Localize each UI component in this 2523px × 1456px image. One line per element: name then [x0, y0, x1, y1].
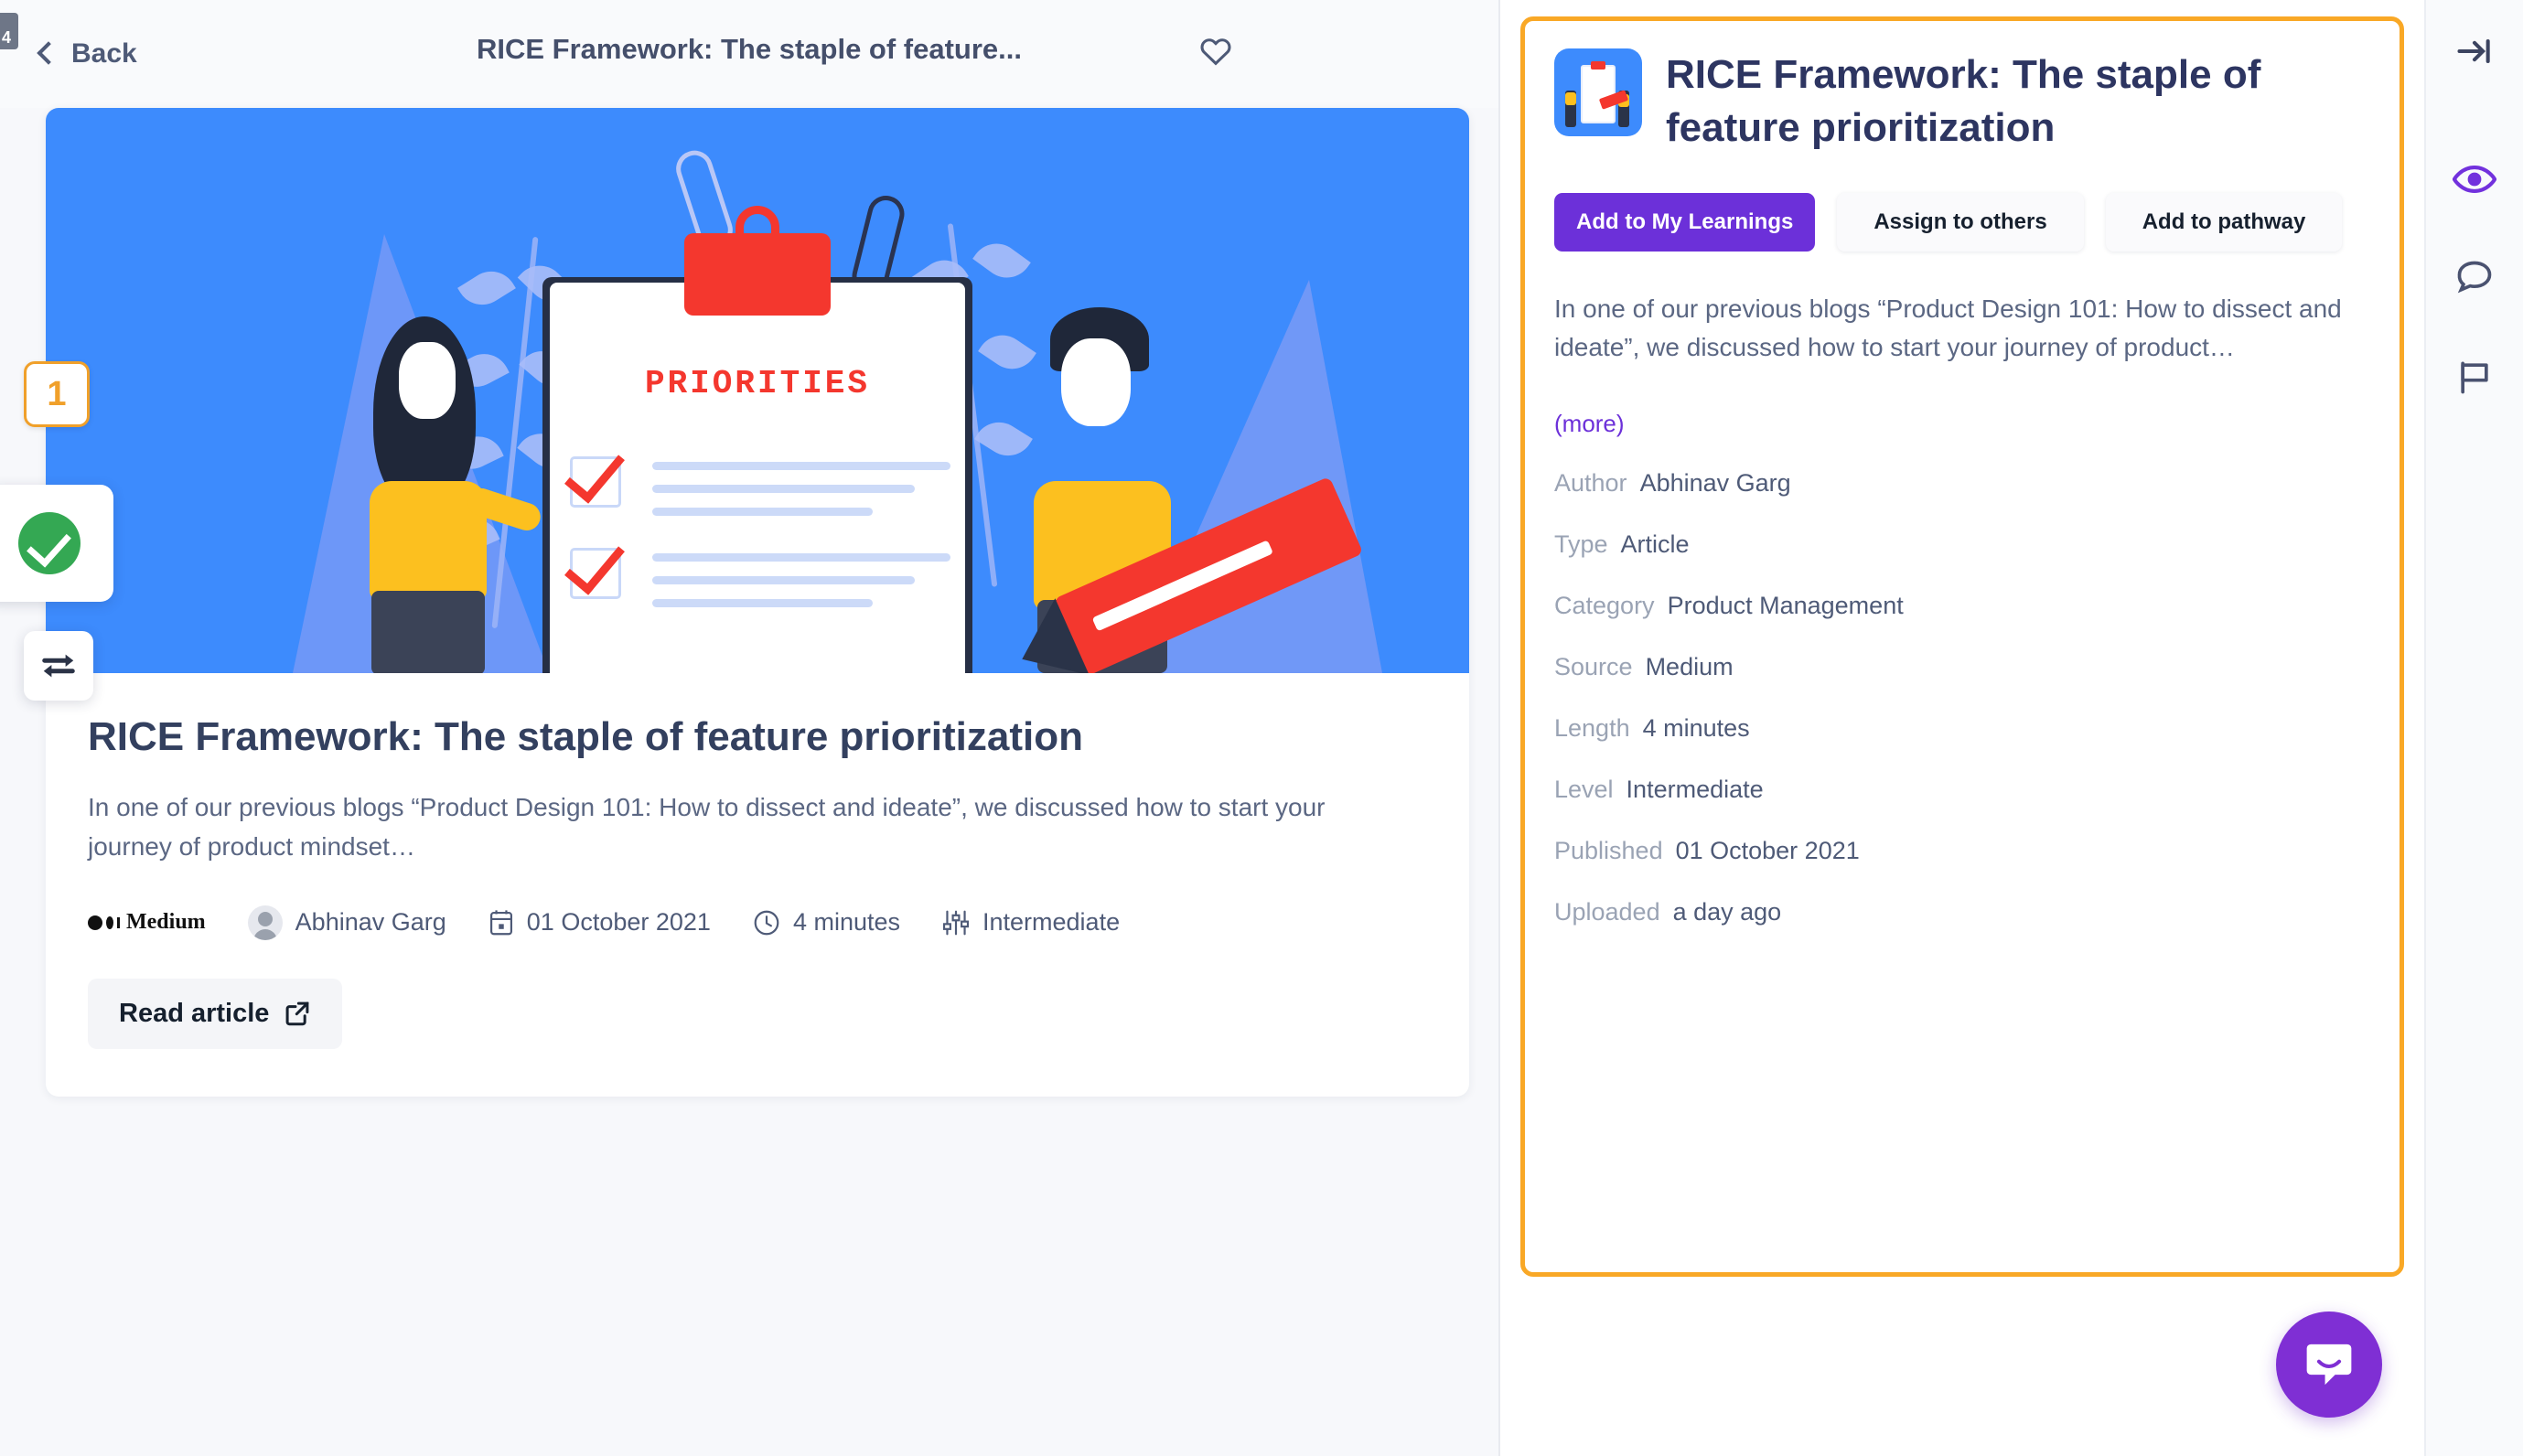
article-thumbnail	[1554, 48, 1642, 136]
leaf	[972, 233, 1031, 288]
meta-level-label: Intermediate	[982, 908, 1121, 937]
legs	[371, 591, 485, 673]
meta-source: Medium	[88, 910, 206, 935]
avatar	[247, 905, 283, 940]
spec-length: Length 4 minutes	[1554, 714, 2370, 743]
comment-glyph	[2457, 261, 2492, 294]
detail-pane: RICE Framework: The staple of feature pr…	[1500, 0, 2424, 1456]
spec-key: Published	[1554, 837, 1663, 865]
comment-icon[interactable]	[2449, 252, 2500, 304]
clipboard-clamp	[684, 233, 831, 316]
meta-duration-label: 4 minutes	[792, 908, 900, 937]
app-root: 4 Back RICE Framework: The staple of fea…	[0, 0, 2523, 1456]
eye-icon[interactable]	[2449, 154, 2500, 205]
swap-widget[interactable]	[24, 631, 93, 701]
back-label: Back	[71, 38, 137, 69]
utility-rail	[2424, 0, 2523, 1456]
meta-duration: 4 minutes	[753, 908, 900, 937]
step-number-badge[interactable]: 1	[24, 361, 90, 427]
content-pane: 4 Back RICE Framework: The staple of fea…	[0, 0, 1500, 1456]
detail-header: RICE Framework: The staple of feature pr…	[1554, 48, 2370, 155]
collapse-right-glyph	[2457, 38, 2490, 64]
chevron-left-icon	[37, 41, 60, 65]
meta-date-label: 01 October 2021	[526, 908, 711, 937]
text-lines	[652, 462, 950, 530]
spec-key: Author	[1554, 469, 1627, 498]
clipboard: PRIORITIES	[542, 206, 972, 673]
spec-key: Category	[1554, 592, 1655, 620]
flag-icon[interactable]	[2449, 351, 2500, 402]
detail-description: In one of our previous blogs “Product De…	[1554, 294, 2342, 361]
detail-actions: Add to My Learnings Assign to others Add…	[1554, 193, 2370, 252]
spec-value: a day ago	[1672, 898, 1782, 926]
spec-key: Level	[1554, 776, 1614, 804]
card-title: RICE Framework: The staple of feature pr…	[88, 714, 1083, 759]
spec-type: Type Article	[1554, 530, 2370, 559]
face	[1061, 338, 1131, 426]
medium-logo-icon: Medium	[88, 910, 206, 935]
spec-published: Published 01 October 2021	[1554, 837, 2370, 865]
spec-key: Type	[1554, 530, 1608, 559]
spec-value: Article	[1620, 530, 1690, 559]
read-article-button[interactable]: Read article	[88, 978, 343, 1049]
meta-date: 01 October 2021	[488, 908, 711, 937]
calendar-icon	[489, 910, 512, 936]
top-bar: 4 Back RICE Framework: The staple of fea…	[0, 0, 1498, 108]
spec-value: Product Management	[1667, 592, 1904, 620]
priorities-heading: PRIORITIES	[644, 365, 871, 402]
hero-illustration: PRIORITIES	[46, 108, 1469, 673]
meta-level: Intermediate	[942, 908, 1120, 937]
clipboard-paper: PRIORITIES	[550, 283, 965, 673]
intercom-chat-button[interactable]	[2276, 1311, 2382, 1418]
spec-uploaded: Uploaded a day ago	[1554, 898, 2370, 926]
corner-badge: 4	[0, 13, 18, 49]
person-illustration-left	[320, 316, 544, 673]
completed-widget[interactable]	[0, 485, 113, 602]
heart-icon	[1200, 38, 1231, 66]
meta-author: Abhinav Garg	[247, 905, 446, 940]
detail-title: RICE Framework: The staple of feature pr…	[1666, 52, 2261, 151]
spec-value: 01 October 2021	[1675, 837, 1860, 865]
card-body: RICE Framework: The staple of feature pr…	[46, 673, 1469, 1097]
card-description: In one of our previous blogs “Product De…	[88, 793, 1326, 862]
detail-card: RICE Framework: The staple of feature pr…	[1520, 16, 2404, 1277]
more-link[interactable]: (more)	[1554, 410, 1625, 438]
clock-icon	[754, 910, 779, 936]
text-lines	[652, 553, 950, 622]
meta-author-label: Abhinav Garg	[295, 908, 446, 937]
check-circle-icon	[18, 512, 81, 574]
spec-level: Level Intermediate	[1554, 776, 2370, 804]
spec-key: Uploaded	[1554, 898, 1660, 926]
spec-key: Source	[1554, 653, 1633, 681]
flag-glyph	[2461, 361, 2488, 394]
collapse-right-icon[interactable]	[2449, 26, 2500, 77]
face	[399, 342, 456, 419]
external-link-icon	[286, 1001, 309, 1026]
article-card[interactable]: PRIORITIES RICE Framework: The staple of…	[46, 108, 1469, 1097]
intercom-chat-icon	[2306, 1344, 2352, 1386]
page-title: RICE Framework: The staple of feature...	[476, 33, 1023, 65]
back-button[interactable]: Back	[37, 38, 137, 70]
medium-wordmark: Medium	[126, 910, 206, 935]
favorite-button[interactable]	[1198, 35, 1233, 70]
spec-value: Abhinav Garg	[1639, 469, 1791, 498]
spec-key: Length	[1554, 714, 1630, 743]
add-to-pathway-button[interactable]: Add to pathway	[2105, 193, 2343, 252]
card-meta-row: Medium Abhinav Garg 01 October 2021 4 mi…	[88, 905, 1427, 940]
spec-value: Intermediate	[1626, 776, 1764, 804]
assign-to-others-button[interactable]: Assign to others	[1837, 193, 2084, 252]
spec-source: Source Medium	[1554, 653, 2370, 681]
add-to-my-learnings-button[interactable]: Add to My Learnings	[1554, 193, 1816, 252]
spec-value: 4 minutes	[1642, 714, 1750, 743]
level-sliders-icon	[942, 910, 970, 936]
spec-author: Author Abhinav Garg	[1554, 469, 2370, 498]
read-article-label: Read article	[119, 998, 270, 1028]
swap-arrows-icon	[42, 654, 75, 678]
eye-glyph	[2453, 166, 2496, 193]
spec-value: Medium	[1645, 653, 1734, 681]
spec-category: Category Product Management	[1554, 592, 2370, 620]
